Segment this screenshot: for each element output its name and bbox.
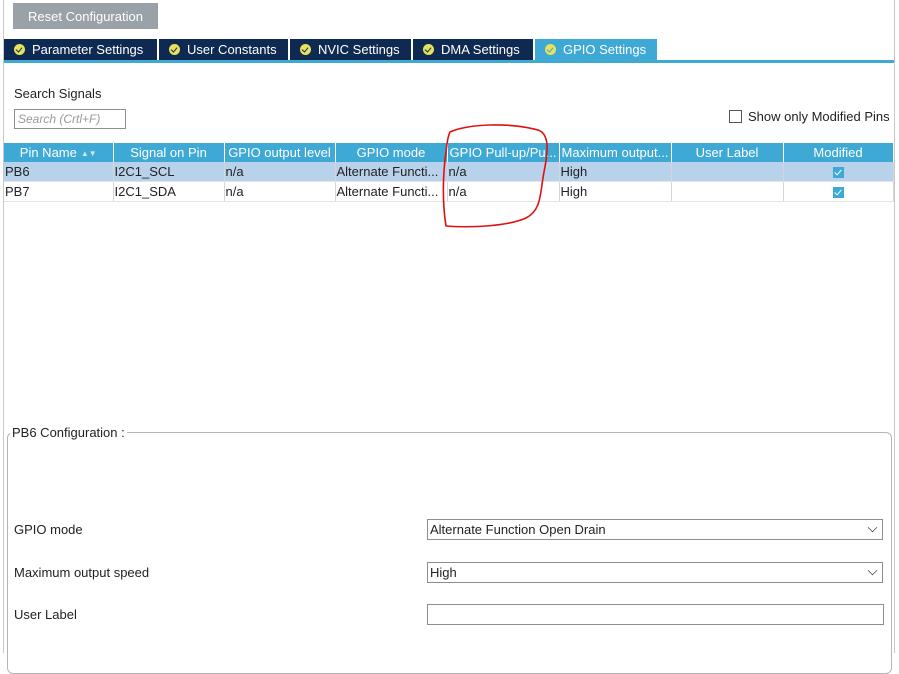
checkbox-icon[interactable] (729, 110, 742, 123)
signal-cell: I2C1_SDA (113, 181, 225, 202)
column-header-gpio-output-level[interactable]: GPIO output level (224, 143, 336, 162)
modified-cell (783, 162, 894, 182)
user-label-label: User Label (14, 607, 77, 622)
user-label-input[interactable] (427, 604, 884, 625)
tab-user-constants[interactable]: User Constants (159, 39, 288, 60)
check-circle-icon (300, 44, 311, 55)
search-signals-label: Search Signals (14, 86, 102, 101)
show-modified-label: Show only Modified Pins (748, 109, 890, 124)
tab-dma-settings[interactable]: DMA Settings (413, 39, 533, 60)
tab-label: Parameter Settings (32, 42, 144, 57)
check-circle-icon (545, 44, 556, 55)
column-header-user-label[interactable]: User Label (671, 143, 784, 162)
modified-checkbox[interactable] (832, 187, 844, 199)
tab-underline (4, 60, 894, 63)
chevron-down-icon (867, 522, 878, 533)
column-header-pin-name[interactable]: Pin Name ▲▼ (4, 143, 114, 162)
tab-label: NVIC Settings (318, 42, 400, 57)
sort-arrows-icon[interactable]: ▲▼ (81, 149, 97, 158)
user-label-cell (671, 162, 784, 182)
speed-cell: High (559, 162, 672, 182)
tab-label: GPIO Settings (563, 42, 647, 57)
column-header-signal-on-pin[interactable]: Signal on Pin (113, 143, 225, 162)
modified-cell (783, 181, 894, 202)
max-output-speed-select[interactable]: High (427, 562, 883, 583)
right-frame-line (894, 0, 895, 653)
check-circle-icon (14, 44, 25, 55)
column-header-max-output-speed[interactable]: Maximum output... (559, 143, 672, 162)
search-signals-input[interactable] (14, 109, 126, 129)
modified-checkbox[interactable] (832, 167, 844, 179)
user-label-cell (671, 181, 784, 202)
tab-label: DMA Settings (441, 42, 520, 57)
chevron-down-icon (867, 565, 878, 576)
check-circle-icon (169, 44, 180, 55)
speed-cell: High (559, 181, 672, 202)
reset-configuration-button[interactable]: Reset Configuration (13, 3, 158, 29)
pin-name-cell: PB6 (4, 162, 114, 182)
red-circle-annotation (442, 124, 548, 228)
show-only-modified-pins-checkbox[interactable]: Show only Modified Pins (729, 109, 890, 124)
max-output-speed-label: Maximum output speed (14, 565, 150, 580)
left-frame-line (3, 0, 4, 653)
tab-parameter-settings[interactable]: Parameter Settings (4, 39, 157, 60)
tab-gpio-settings[interactable]: GPIO Settings (535, 39, 657, 60)
gpio-mode-value: Alternate Function Open Drain (430, 522, 606, 537)
pin-name-cell: PB7 (4, 181, 114, 202)
gpio-mode-select[interactable]: Alternate Function Open Drain (427, 519, 883, 540)
column-header-modified[interactable]: Modified (783, 143, 894, 162)
settings-tabs: Parameter Settings User Constants NVIC S… (4, 39, 659, 60)
output-level-cell: n/a (224, 181, 336, 202)
gpio-mode-label: GPIO mode (14, 522, 83, 537)
gpio-mode-cell: Alternate Functi... (335, 181, 448, 202)
pin-configuration-group (7, 432, 892, 674)
check-circle-icon (423, 44, 434, 55)
tab-nvic-settings[interactable]: NVIC Settings (290, 39, 411, 60)
column-header-gpio-mode[interactable]: GPIO mode (335, 143, 448, 162)
tab-label: User Constants (187, 42, 277, 57)
max-output-speed-value: High (430, 565, 457, 580)
signal-cell: I2C1_SCL (113, 162, 225, 182)
gpio-mode-cell: Alternate Functi... (335, 162, 448, 182)
output-level-cell: n/a (224, 162, 336, 182)
pin-configuration-title: PB6 Configuration : (10, 425, 127, 440)
